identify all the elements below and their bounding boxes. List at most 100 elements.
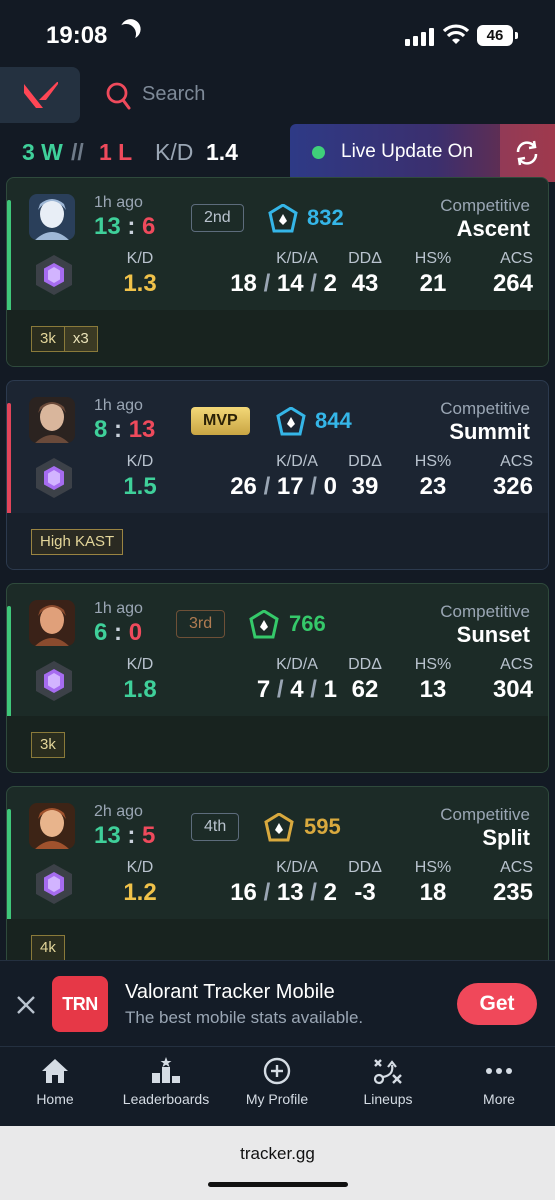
kd-label: K/D	[155, 139, 194, 165]
hs-value: 21	[419, 270, 447, 297]
home-indicator[interactable]	[208, 1182, 348, 1187]
ad-banner[interactable]: TRN Valorant Tracker Mobile The best mob…	[0, 960, 555, 1046]
kda-label: K/D/A	[276, 859, 318, 876]
rank-hexagon-icon	[36, 864, 72, 904]
assists: 2	[323, 879, 337, 906]
live-status-dot	[312, 146, 325, 159]
dd-label: DDΔ	[348, 453, 382, 470]
card-footer	[7, 716, 548, 772]
kda-label: K/D/A	[276, 656, 318, 673]
valorant-logo-button[interactable]	[0, 67, 80, 123]
refresh-button[interactable]	[500, 124, 555, 182]
live-update-label: Live Update On	[341, 141, 474, 162]
placement-badge: 3rd	[176, 610, 226, 638]
rank-icon	[276, 407, 306, 436]
kills: 7	[256, 676, 271, 703]
achievement-tags: High KAST	[31, 529, 124, 555]
search-icon[interactable]	[106, 82, 132, 112]
app-header: Search	[0, 67, 555, 123]
kd-label: K/D	[126, 656, 154, 673]
close-icon[interactable]	[15, 994, 37, 1016]
valorant-logo-icon	[24, 82, 58, 108]
match-time-ago: 2h ago	[94, 803, 143, 820]
dd-label: DDΔ	[348, 656, 382, 673]
cellular-signal-icon	[405, 28, 435, 46]
dd-value: -3	[354, 879, 376, 906]
get-app-button[interactable]: Get	[457, 983, 537, 1025]
team-score: 8	[94, 416, 108, 443]
team-score: 13	[94, 822, 121, 849]
deaths: 13	[276, 879, 304, 906]
rank-icon	[249, 610, 279, 639]
kda-value: 7 / 4 / 1	[256, 676, 337, 703]
nav-more[interactable]: More	[444, 1057, 554, 1107]
kills: 26	[230, 473, 257, 500]
nav-lineups[interactable]: Lineups	[333, 1057, 443, 1107]
score-separator: :	[114, 619, 129, 646]
match-time-ago: 1h ago	[94, 397, 143, 414]
dd-value: 62	[351, 676, 379, 703]
kd-value: 1.2	[123, 879, 157, 906]
deaths: 4	[290, 676, 304, 703]
search-input[interactable]: Search	[142, 83, 205, 106]
match-score: 6 : 0	[94, 619, 142, 647]
agent-avatar	[29, 803, 75, 849]
hs-label: HS%	[414, 656, 452, 673]
refresh-icon	[516, 140, 538, 166]
nav-my-profile[interactable]: My Profile	[222, 1057, 332, 1107]
rank-rating: 595	[304, 814, 341, 839]
more-icon	[486, 1068, 512, 1074]
map-name: Split	[482, 825, 530, 850]
hs-label: HS%	[414, 250, 452, 267]
enemy-score: 13	[128, 416, 156, 443]
game-mode: Competitive	[440, 805, 530, 824]
trn-logo: TRN	[52, 976, 108, 1032]
nav-leaderboards[interactable]: Leaderboards	[111, 1057, 221, 1107]
rank-icon	[268, 204, 298, 233]
url-text: tracker.gg	[240, 1144, 315, 1163]
kd-label: K/D	[126, 859, 154, 876]
kd-value: 1.3	[123, 270, 157, 297]
deaths: 17	[276, 473, 304, 500]
kd-value: 1.8	[123, 676, 157, 703]
placement-badge: 4th	[191, 813, 240, 841]
match-score: 8 : 13	[94, 416, 155, 444]
game-mode: Competitive	[440, 196, 530, 215]
kd-label: K/D	[126, 250, 154, 267]
browser-address-bar[interactable]: tracker.gg	[0, 1126, 555, 1200]
match-card[interactable]: 1h ago 6 : 0 3rd 766 Competitive Sunset …	[6, 583, 549, 773]
lineups-icon	[373, 1059, 402, 1085]
map-name: Ascent	[456, 216, 530, 241]
enemy-score: 0	[128, 619, 143, 646]
agent-avatar	[29, 194, 75, 240]
game-mode: Competitive	[440, 399, 530, 418]
losses-count: 1 L	[99, 139, 133, 165]
placement-badge: MVP	[191, 407, 250, 435]
match-card[interactable]: 1h ago 13 : 6 2nd 832 Competitive Ascent…	[6, 177, 549, 367]
rank-icon	[264, 813, 294, 842]
match-card[interactable]: 2h ago 13 : 5 4th 595 Competitive Split …	[6, 786, 549, 976]
wins-count: 3 W	[22, 139, 63, 165]
acs-label: ACS	[500, 656, 533, 673]
kda-label: K/D/A	[276, 250, 318, 267]
achievement-tag: 3k	[31, 732, 65, 758]
team-score: 6	[94, 619, 108, 646]
acs-value: 304	[492, 676, 533, 703]
deaths: 14	[276, 270, 304, 297]
match-card[interactable]: 1h ago 8 : 13 MVP 844 Competitive Summit…	[6, 380, 549, 570]
dd-value: 43	[351, 270, 379, 297]
rank-rating: 766	[289, 611, 326, 636]
match-time-ago: 1h ago	[94, 194, 143, 211]
summary-separator: //	[71, 139, 84, 165]
hs-label: HS%	[414, 859, 452, 876]
enemy-score: 6	[142, 213, 156, 240]
kd-label: K/D	[126, 453, 154, 470]
nav-home[interactable]: Home	[0, 1057, 110, 1107]
live-update-toggle[interactable]: Live Update On	[290, 124, 555, 182]
achievement-tag: 4k	[31, 935, 65, 961]
acs-label: ACS	[500, 453, 533, 470]
rank-rating: 832	[307, 205, 344, 230]
achievement-tag: 3k	[31, 326, 65, 352]
achievement-tag: High KAST	[31, 529, 124, 555]
dd-label: DDΔ	[348, 250, 382, 267]
